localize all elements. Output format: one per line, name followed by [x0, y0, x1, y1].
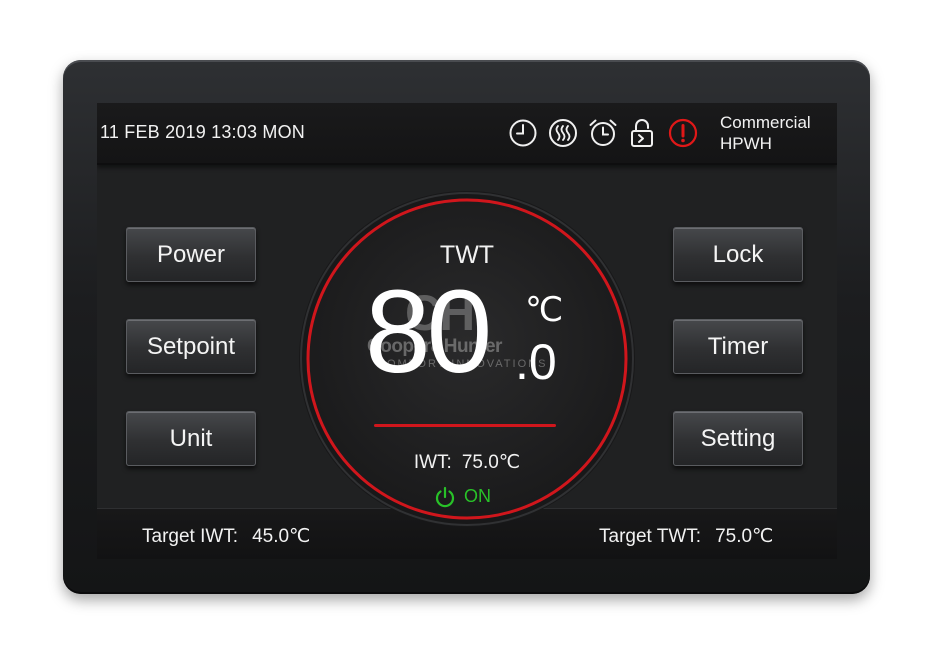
temperature-unit: ℃ — [525, 291, 564, 329]
current-temperature: 80 — [365, 266, 492, 398]
lock-icon — [631, 119, 653, 147]
target-twt-value: 75.0℃ — [715, 526, 774, 547]
status-bar: 11 FEB 2019 13:03 MON Commercial HPWH — [97, 103, 837, 165]
power-icon — [435, 486, 455, 508]
setting-button[interactable]: Setting — [673, 411, 803, 466]
product-name: Commercial HPWH — [720, 112, 811, 154]
product-name-line2: HPWH — [720, 134, 772, 153]
current-temperature-decimal: .0 — [515, 334, 557, 390]
timer-button[interactable]: Timer — [673, 319, 803, 374]
clock-icon — [509, 119, 537, 147]
datetime: 11 FEB 2019 13:03 MON — [100, 122, 305, 142]
power-button[interactable]: Power — [126, 227, 256, 282]
target-iwt-label: Target IWT: — [142, 526, 239, 547]
power-status: ON — [434, 485, 514, 508]
unit-button[interactable]: Unit — [126, 411, 256, 466]
dial-divider — [374, 424, 556, 427]
alarm-clock-icon — [589, 119, 617, 146]
iwt-readout: IWT: 75.0℃ — [297, 451, 637, 474]
target-twt-label: Target TWT: — [599, 526, 702, 547]
setpoint-button[interactable]: Setpoint — [126, 319, 256, 374]
heating-icon — [549, 119, 577, 147]
warning-icon — [668, 118, 698, 148]
product-name-line1: Commercial — [720, 113, 811, 132]
iwt-label: IWT: — [413, 452, 452, 473]
lock-button[interactable]: Lock — [673, 227, 803, 282]
power-state-label: ON — [464, 486, 491, 506]
display-screen: 11 FEB 2019 13:03 MON Commercial HPWH Po… — [97, 103, 837, 559]
target-iwt: Target IWT: 45.0℃ — [142, 525, 310, 548]
temperature-dial: TWT CH Cooper&Hunter COMFORT INNOVATIONS… — [297, 189, 637, 529]
target-iwt-value: 45.0℃ — [252, 526, 311, 547]
iwt-value: 75.0℃ — [461, 452, 521, 473]
